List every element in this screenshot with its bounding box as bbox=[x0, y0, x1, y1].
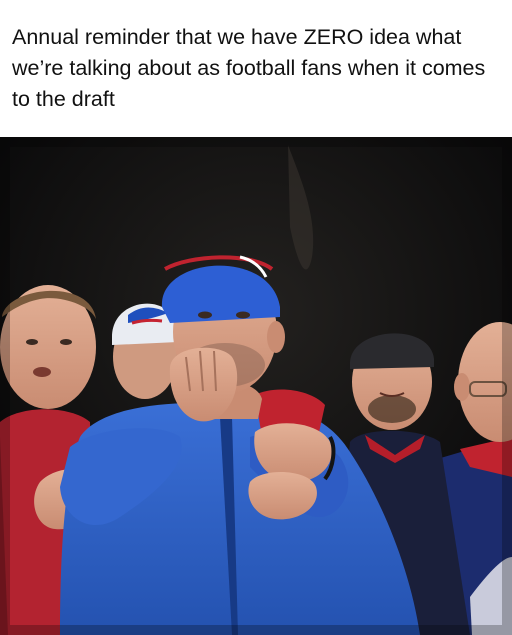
caption-area: Annual reminder that we have ZERO idea w… bbox=[0, 0, 512, 137]
meme-post: Annual reminder that we have ZERO idea w… bbox=[0, 0, 512, 635]
fans-photo bbox=[0, 137, 512, 635]
fans-illustration bbox=[0, 137, 512, 635]
caption-text: Annual reminder that we have ZERO idea w… bbox=[12, 25, 486, 111]
